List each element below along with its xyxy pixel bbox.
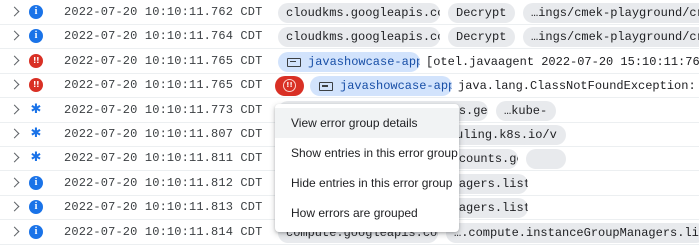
summary-chip[interactable]: …kube-	[496, 100, 556, 121]
log-row[interactable]: i 2022-07-20 10:10:11.764 CDT cloudkms.goo…	[0, 25, 699, 50]
chevron-right-icon[interactable]	[9, 104, 20, 115]
error-severity-icon: !!	[29, 53, 43, 68]
timestamp: 2022-07-20 10:10:11.765 CDT	[64, 53, 263, 68]
log-row[interactable]: !! 2022-07-20 10:10:11.765 CDT javashowcas…	[0, 50, 699, 74]
chevron-right-icon[interactable]	[9, 6, 20, 17]
chevron-right-icon[interactable]	[9, 201, 20, 212]
timestamp: 2022-07-20 10:10:11.765 CDT	[64, 78, 263, 93]
app-container-icon	[319, 82, 333, 92]
summary-chip[interactable]: cloudkms.googleapis.com	[278, 3, 440, 23]
app-chip-label: javashowcase-app	[308, 54, 420, 69]
chevron-right-icon[interactable]	[9, 30, 20, 41]
menu-item-show-entries-in-this-error-group[interactable]: Show entries in this error group	[275, 138, 459, 168]
timestamp: 2022-07-20 10:10:11.807 CDT	[64, 127, 263, 141]
info-severity-icon: i	[29, 175, 43, 190]
timestamp: 2022-07-20 10:10:11.814 CDT	[64, 224, 263, 239]
debug-severity-icon: ✱	[30, 126, 42, 141]
menu-item-how-errors-are-grouped[interactable]: How errors are grouped	[275, 198, 459, 228]
error-group-button[interactable]: !!	[275, 76, 304, 97]
error-severity-icon: !!	[29, 78, 43, 93]
debug-severity-icon: ✱	[30, 101, 42, 117]
summary-chip[interactable]	[526, 149, 566, 170]
chevron-right-icon[interactable]	[9, 226, 20, 237]
info-severity-icon: i	[29, 29, 43, 44]
summary-chip[interactable]: Decrypt	[448, 27, 515, 48]
error-group-icon: !!	[283, 79, 296, 93]
app-container-icon	[287, 57, 301, 67]
chevron-right-icon[interactable]	[9, 79, 20, 90]
timestamp: 2022-07-20 10:10:11.762 CDT	[64, 5, 263, 19]
summary-chip[interactable]: …ings/cmek-playground/crypt	[523, 3, 699, 23]
info-severity-icon: i	[29, 224, 43, 239]
timestamp: 2022-07-20 10:10:11.812 CDT	[64, 175, 263, 190]
summary-chip[interactable]: cloudkms.googleapis.com	[278, 27, 440, 48]
log-message: [otel.javaagent 2022-07-20 15:10:11:765 …	[426, 54, 699, 69]
error-group-context-menu: View error group details Show entries in …	[275, 104, 459, 232]
timestamp: 2022-07-20 10:10:11.773 CDT	[64, 102, 263, 117]
log-row[interactable]: i 2022-07-20 10:10:11.762 CDT cloudkms.goo…	[0, 1, 699, 25]
summary-chip[interactable]: ….compute.instanceGroupManagers.list	[446, 222, 699, 243]
summary-chip[interactable]: Decrypt	[448, 3, 515, 23]
info-severity-icon: i	[29, 5, 43, 19]
info-severity-icon: i	[29, 200, 43, 215]
app-chip[interactable]: javashowcase-app	[310, 76, 452, 97]
log-row[interactable]: !! 2022-07-20 10:10:11.765 CDT!! javashowc…	[0, 74, 699, 99]
app-chip-label: javashowcase-app	[340, 79, 452, 94]
debug-severity-icon: ✱	[30, 150, 42, 166]
menu-item-view-error-group-details[interactable]: View error group details	[275, 108, 459, 138]
menu-item-hide-entries-in-this-error-group[interactable]: Hide entries in this error group	[275, 168, 459, 198]
chevron-right-icon[interactable]	[9, 55, 20, 66]
timestamp: 2022-07-20 10:10:11.764 CDT	[64, 29, 263, 44]
chevron-right-icon[interactable]	[9, 128, 20, 139]
timestamp: 2022-07-20 10:10:11.811 CDT	[64, 151, 263, 166]
chevron-right-icon[interactable]	[9, 177, 20, 188]
timestamp: 2022-07-20 10:10:11.813 CDT	[64, 200, 263, 215]
summary-chip[interactable]: …ings/cmek-playground/crypt	[523, 27, 699, 48]
app-chip[interactable]: javashowcase-app	[278, 51, 420, 72]
chevron-right-icon[interactable]	[9, 152, 20, 163]
log-message: java.lang.ClassNotFoundException: io	[458, 79, 699, 94]
